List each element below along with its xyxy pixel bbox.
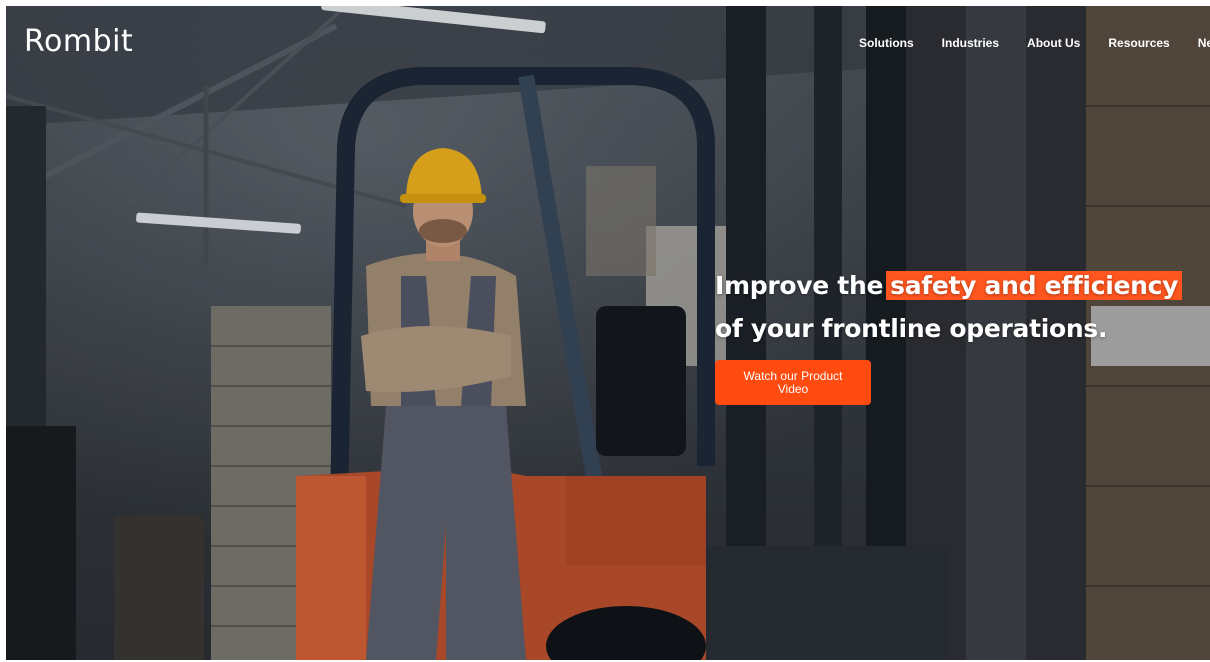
headline-line-1: Improve the safety and efficiency [715,264,1183,307]
headline-prefix: Improve the [715,271,884,300]
headline-highlight: safety and efficiency [886,271,1183,300]
nav-item-news[interactable]: News [1198,36,1210,50]
nav-item-resources[interactable]: Resources [1108,36,1169,50]
nav-item-about-us[interactable]: About Us [1027,36,1080,50]
nav-item-industries[interactable]: Industries [942,36,999,50]
nav-item-solutions[interactable]: Solutions [859,36,914,50]
watch-product-video-button[interactable]: Watch our Product Video [715,360,871,405]
headline-line-2: of your frontline operations. [715,314,1108,343]
rombit-logo[interactable]: Rombit [24,24,133,59]
hero-section: Rombit Solutions Industries About Us Res… [6,6,1210,660]
main-nav: Solutions Industries About Us Resources … [859,36,1210,50]
hero-headline: Improve the safety and efficiency of your… [715,264,1183,350]
